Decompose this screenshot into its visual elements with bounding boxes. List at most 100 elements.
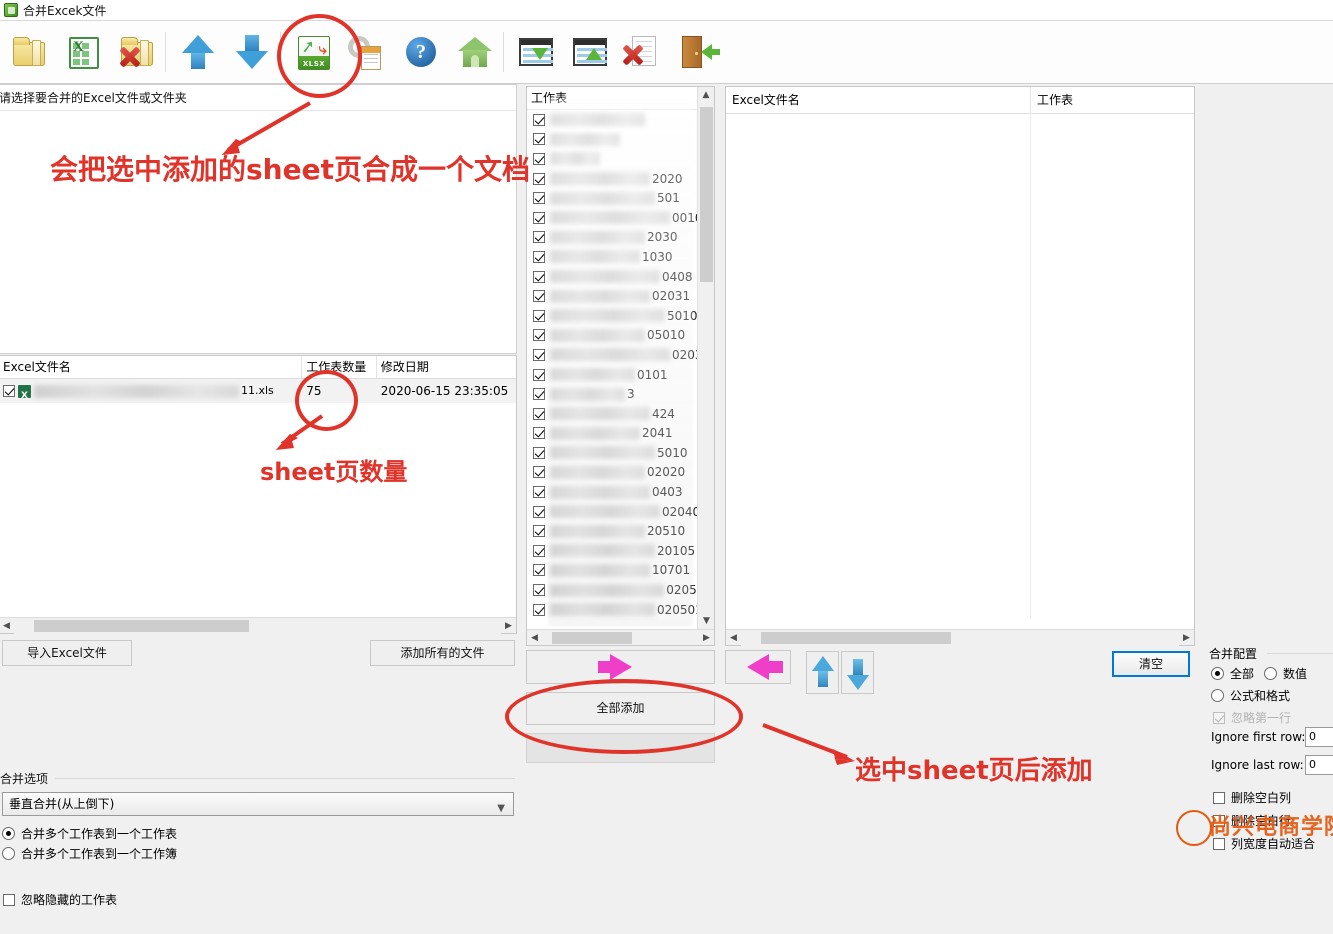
radio-merge-to-sheet[interactable]: 合并多个工作表到一个工作表 [2,825,177,842]
export-sheet-button[interactable] [565,25,615,79]
sheet-list-item[interactable]: 02031 [527,286,714,306]
column-header-target-filename[interactable]: Excel文件名 [726,87,1031,113]
sheet-item-checkbox[interactable] [533,172,545,185]
column-header-target-sheet[interactable]: 工作表 [1031,87,1194,113]
scroll-right-icon[interactable]: ▶ [501,621,516,631]
sheet-item-checkbox[interactable] [533,525,545,538]
radio-config-formula[interactable]: 公式和格式 [1211,687,1290,704]
merge-mode-select[interactable]: 垂直合并(从上倒下) ▼ [2,792,514,816]
radio-config-all[interactable]: 全部 [1211,665,1254,682]
sheet-list-item[interactable]: 020506 [527,580,714,600]
sheet-item-checkbox[interactable] [533,564,545,577]
sheet-list-item[interactable]: 10701 [527,561,714,581]
sheet-list-item[interactable]: 1030 [527,247,714,267]
sheet-list-item[interactable] [527,130,714,150]
sheet-list-item[interactable]: 20510 [527,521,714,541]
row-filename-cell[interactable]: 11.xls [0,379,302,408]
scroll-left-icon[interactable]: ◀ [726,633,741,643]
hscroll-thumb[interactable] [34,619,249,632]
source-file-table[interactable]: Excel文件名 工作表数量 修改日期 11.xls 75 2020-06-15… [0,355,517,634]
sheet-item-checkbox[interactable] [533,544,545,557]
target-file-table[interactable]: Excel文件名 工作表 ◀ ▶ [725,86,1195,646]
sheet-list-item[interactable]: 50104 [527,306,714,326]
sheet-item-checkbox[interactable] [533,152,545,165]
radio-merge-to-workbook-dot[interactable] [2,847,15,860]
sheet-list-item[interactable]: 0101 [527,365,714,385]
sheet-list-item[interactable] [527,149,714,169]
import-sheet-button[interactable] [511,25,561,79]
table-row[interactable]: 11.xls 75 2020-06-15 23:35:05 [0,379,516,408]
home-button[interactable] [450,25,500,79]
hscroll-thumb[interactable] [552,631,632,644]
move-down-button[interactable] [227,25,277,79]
delete-file-button[interactable] [619,25,669,79]
sheet-item-checkbox[interactable] [533,584,545,597]
sheet-list-hscrollbar[interactable]: ◀ ▶ [527,629,714,645]
move-up-button[interactable] [173,25,223,79]
sheet-item-checkbox[interactable] [533,270,545,283]
hscroll-track[interactable] [741,629,1179,646]
sheet-item-checkbox[interactable] [533,211,545,224]
sheet-list-item[interactable]: 2030 [527,228,714,248]
sheet-item-checkbox[interactable] [533,603,545,616]
sheet-list-item[interactable]: 0408 [527,267,714,287]
sheet-item-checkbox[interactable] [533,329,545,342]
hscroll-track[interactable] [542,629,699,645]
sheet-list-item[interactable]: 05010 [527,326,714,346]
sheet-list-item[interactable]: 5010 [527,443,714,463]
sheet-list-item[interactable]: 3 [527,384,714,404]
sheet-list-item[interactable]: 2020 [527,169,714,189]
sheet-item-checkbox[interactable] [533,290,545,303]
sheet-list-item[interactable]: 501 [527,188,714,208]
sheet-item-checkbox[interactable] [533,486,545,499]
scroll-left-icon[interactable]: ◀ [0,621,14,631]
sheet-list-item[interactable]: 02040 [527,502,714,522]
sheet-list-item[interactable] [527,110,714,130]
sheet-item-checkbox[interactable] [533,446,545,459]
sheet-item-checkbox[interactable] [533,348,545,361]
scroll-left-icon[interactable]: ◀ [527,633,542,643]
hscroll-track[interactable] [14,617,501,634]
sheet-item-checkbox[interactable] [533,505,545,518]
radio-config-value-dot[interactable] [1264,667,1278,680]
sheet-list-vscrollbar[interactable]: ▲ ▼ [697,87,714,630]
radio-config-formula-dot[interactable] [1211,689,1224,702]
radio-merge-to-sheet-dot[interactable] [2,827,15,840]
sheet-item-checkbox[interactable] [533,466,545,479]
checkbox-delete-blank-cols[interactable]: 删除空白列 [1213,789,1291,806]
sheet-list-item[interactable]: 2041 [527,424,714,444]
sheet-list-item[interactable]: 020501 [527,600,714,620]
import-excel-button[interactable]: 导入Excel文件 [2,640,132,666]
sheet-list-rows[interactable]: 2020 501 0010 2030 1030 0408 02031 50104 05010 02… [527,110,714,619]
checkbox-ignore-hidden-sheets-box[interactable] [3,893,15,906]
sheet-item-checkbox[interactable] [533,250,545,263]
scroll-right-icon[interactable]: ▶ [1179,633,1194,643]
scroll-up-icon[interactable]: ▲ [698,87,714,104]
sheet-list-item[interactable]: 0010 [527,208,714,228]
sheet-item-checkbox[interactable] [533,388,545,401]
source-file-table-hscrollbar[interactable]: ◀ ▶ [0,617,516,634]
sheet-list-panel[interactable]: 工作表 2020 501 0010 2030 1030 0408 02031 50104 050… [526,86,715,646]
sheet-item-checkbox[interactable] [533,192,545,205]
sheet-list-item[interactable]: 0403 [527,482,714,502]
checkbox-delete-blank-cols-box[interactable] [1213,791,1225,804]
radio-config-all-dot[interactable] [1211,667,1224,680]
hscroll-thumb[interactable] [761,631,951,644]
help-button[interactable]: ? [396,25,446,79]
scroll-right-icon[interactable]: ▶ [699,633,714,643]
remove-selected-sheets-button[interactable] [725,650,791,684]
sheet-item-checkbox[interactable] [533,309,545,322]
open-folder-button[interactable] [4,25,54,79]
radio-config-value[interactable]: 数值 [1264,665,1307,682]
sheet-item-checkbox[interactable] [533,368,545,381]
sheet-item-checkbox[interactable] [533,407,545,420]
scroll-down-icon[interactable]: ▼ [698,613,714,630]
row-checkbox[interactable] [3,385,15,397]
move-sheet-up-button[interactable] [806,651,839,694]
target-table-hscrollbar[interactable]: ◀ ▶ [726,629,1194,646]
exit-button[interactable] [673,25,723,79]
sheet-item-checkbox[interactable] [533,113,545,126]
checkbox-ignore-hidden-sheets[interactable]: 忽略隐藏的工作表 [3,891,117,908]
ignore-last-row-input[interactable]: 0 [1305,755,1333,775]
ignore-first-row-input[interactable]: 0 [1305,727,1333,747]
